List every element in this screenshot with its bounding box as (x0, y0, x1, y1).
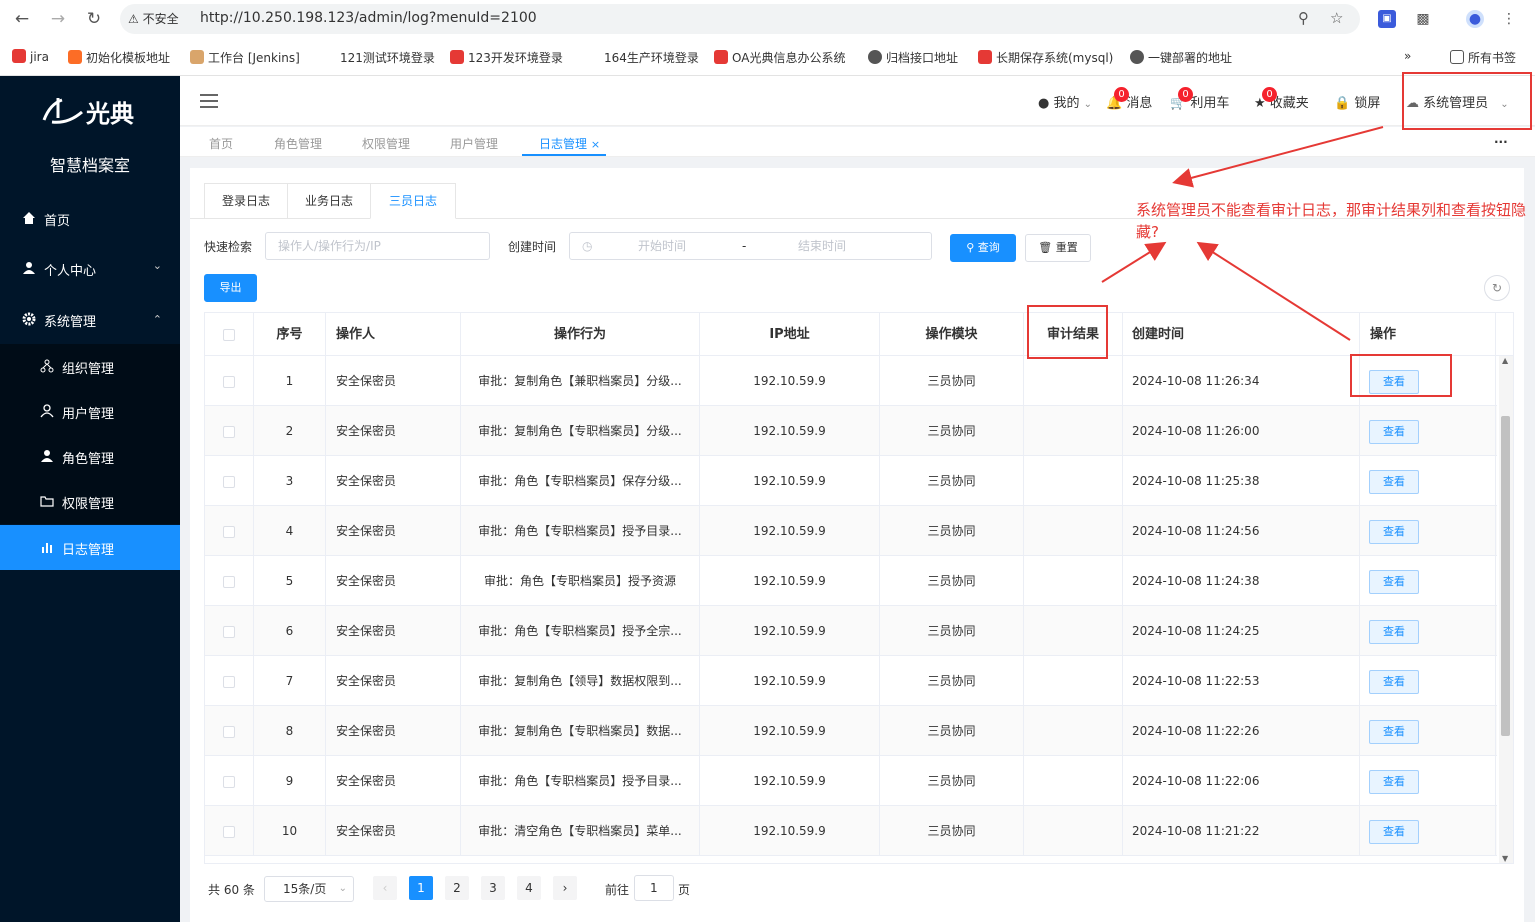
annotation-arrows (1101, 126, 1384, 341)
arrow-from-view (1196, 241, 1351, 341)
arrow-from-audit (1101, 241, 1167, 283)
arrow-to-text (1172, 126, 1384, 188)
